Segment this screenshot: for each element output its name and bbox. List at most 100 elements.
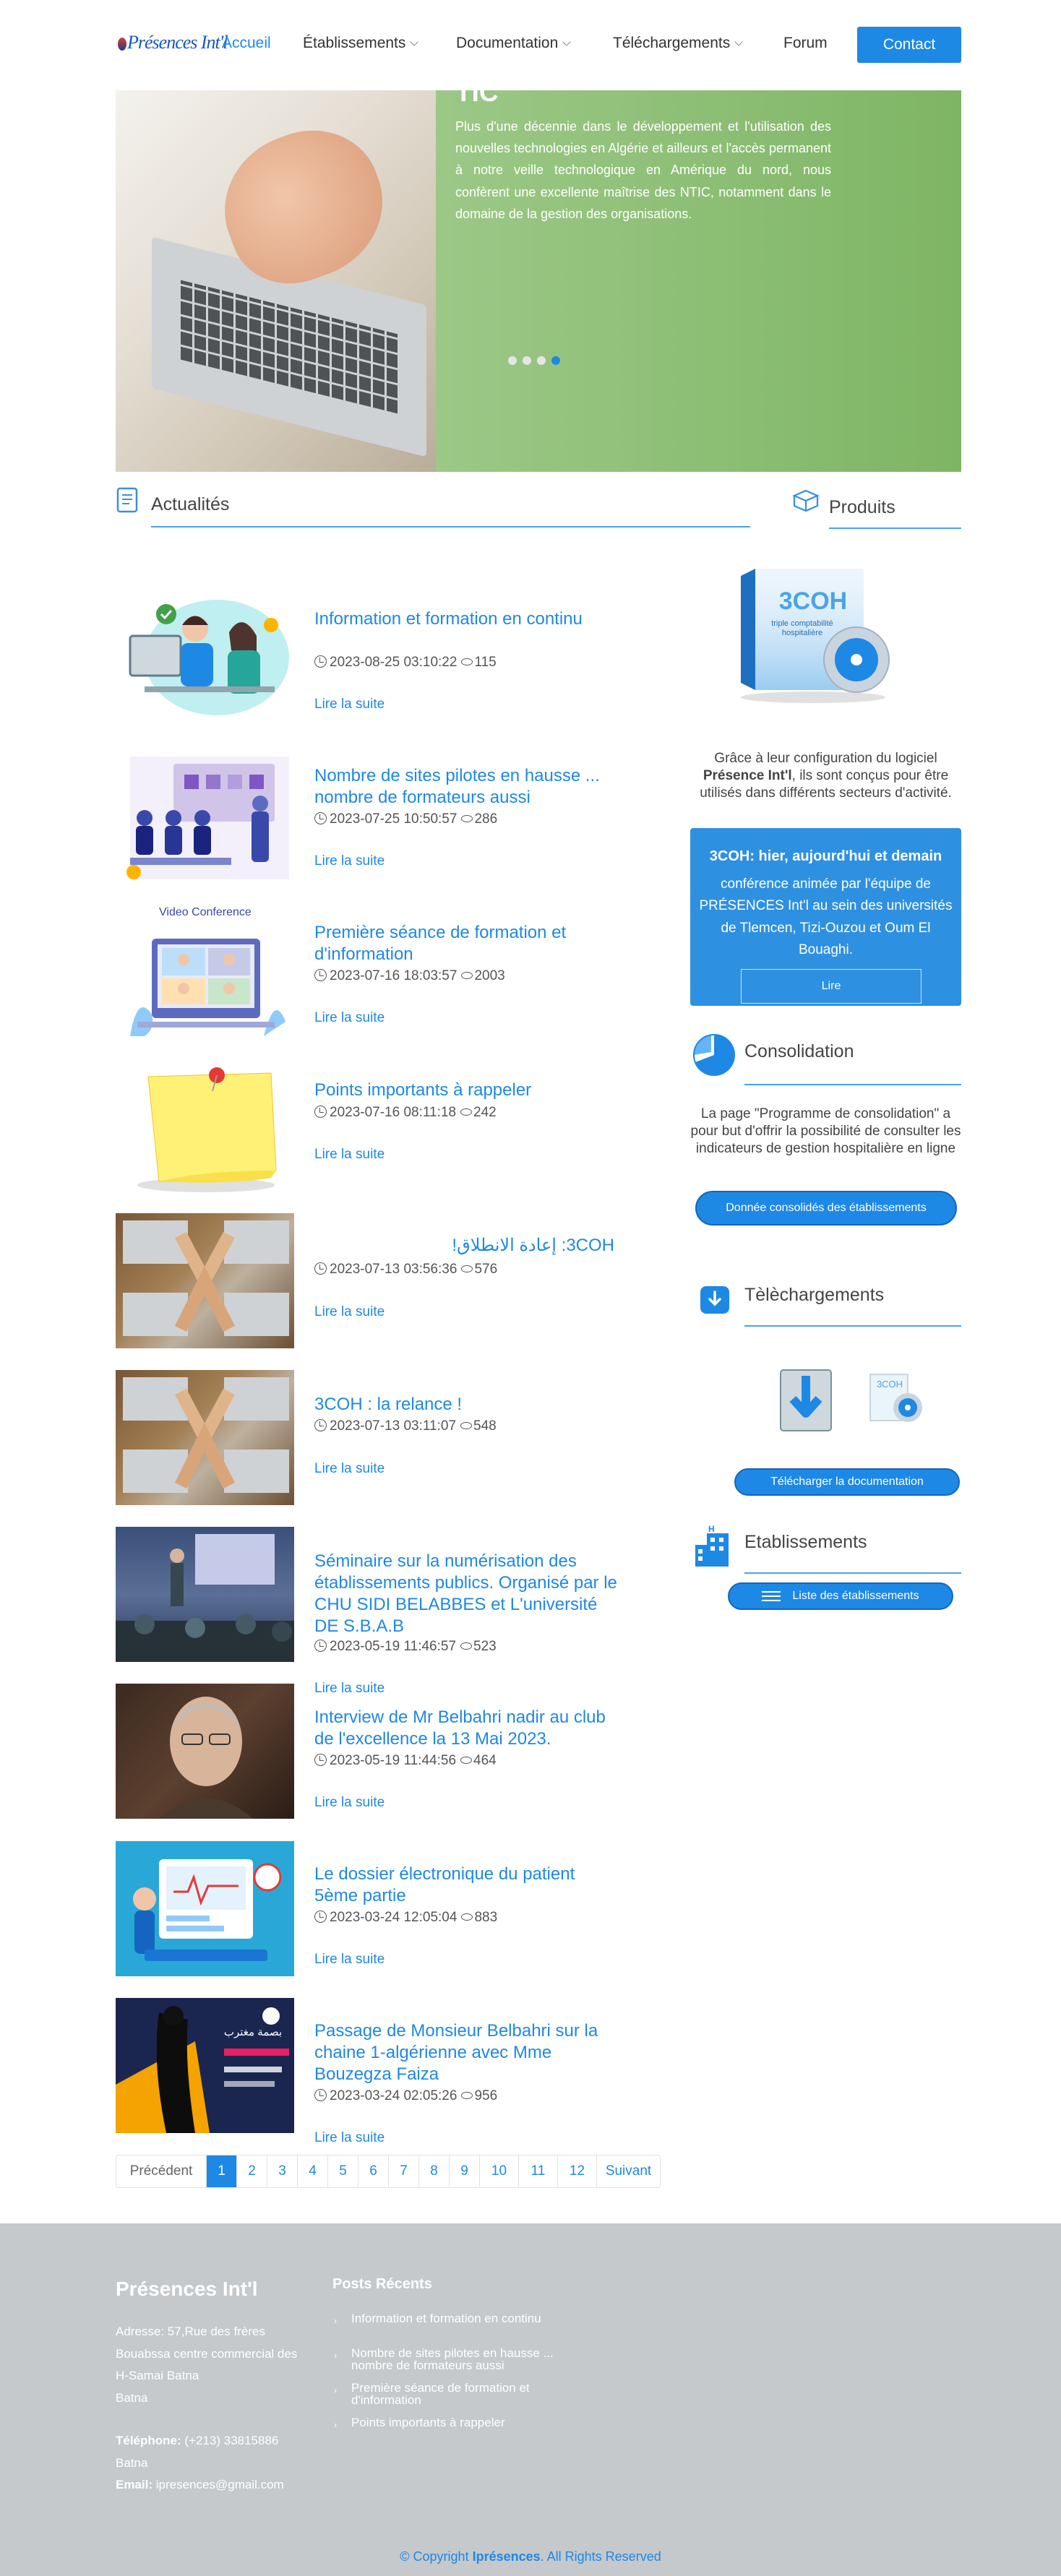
news-title[interactable]: 3COH: إعادة الانطلاق! (314, 1235, 614, 1257)
news-title[interactable]: Interview de Mr Belbahri nadir au club d… (314, 1707, 618, 1750)
news-title[interactable]: Information et formation en continu (314, 608, 618, 630)
news-thumbnail[interactable] (116, 1527, 294, 1662)
carousel-dot[interactable] (523, 356, 531, 365)
product-box-3coh[interactable]: 3COH triple comptabilité hospitalière (730, 567, 903, 705)
news-section-title: Actualités (151, 494, 230, 514)
news-title[interactable]: Le dossier électronique du patient 5ème … (314, 1864, 618, 1907)
news-title[interactable]: Nombre de sites pilotes en hausse ... no… (314, 765, 618, 809)
news-thumbnail[interactable] (116, 593, 294, 728)
footer-phone[interactable]: (+213) 33815886 (184, 2434, 278, 2447)
read-more-link[interactable]: Lire la suite (314, 1795, 385, 1811)
footer-address-line: Adresse: 57,Rue des frères (116, 2325, 265, 2338)
footer-post-link[interactable]: › Première séance de formation et d'infor… (334, 2382, 575, 2406)
news-image-training (129, 600, 289, 715)
news-meta: 2023-07-16 18:03:57 2003 (314, 968, 505, 984)
nav-etablissements[interactable]: Établissements (303, 35, 419, 52)
copyright-brand[interactable]: Iprésences (473, 2549, 541, 2564)
read-more-link[interactable]: Lire la suite (314, 1681, 385, 1697)
consolidation-text: La page "Programme de consolidation" a p… (690, 1106, 961, 1156)
contact-button[interactable]: Contact (857, 27, 961, 63)
download-3coh-box[interactable]: 3COH (866, 1373, 925, 1425)
read-more-link[interactable]: Lire la suite (314, 2130, 385, 2146)
pagination-page[interactable]: 10 (480, 2155, 519, 2187)
news-title[interactable]: Points importants à rappeler (314, 1080, 618, 1101)
footer-city: Batna (116, 2455, 148, 2470)
pagination-page[interactable]: 12 (558, 2155, 597, 2187)
footer-post-link[interactable]: › Information et formation en continu (334, 2312, 575, 2325)
download-folder-icon (780, 1369, 832, 1431)
pagination-page[interactable]: 4 (298, 2155, 328, 2187)
pagination-page[interactable]: 9 (450, 2155, 480, 2187)
product-description: Grâce à leur configuration du logiciel P… (690, 750, 961, 801)
news-thumbnail[interactable] (116, 1841, 294, 1976)
news-meta: 2023-07-13 03:11:07 548 (314, 1418, 497, 1434)
news-date: 2023-05-19 11:46:57 (330, 1639, 457, 1654)
download-box-label: 3COH (876, 1379, 903, 1390)
pagination-page[interactable]: 3 (267, 2155, 298, 2187)
news-date: 2023-07-13 03:11:07 (330, 1418, 457, 1434)
footer-post-link[interactable]: › Nombre de sites pilotes en hausse ... n… (334, 2346, 575, 2372)
product-description-text: Grâce à leur configuration du logiciel (714, 751, 937, 766)
carousel-dot[interactable] (508, 356, 517, 365)
news-views: 286 (474, 811, 498, 827)
pagination-page[interactable]: 1 (207, 2155, 237, 2187)
footer-post-label: Nombre de sites pilotes en hausse ... no… (351, 2346, 554, 2372)
nav-accueil[interactable]: Accueil (222, 35, 271, 52)
pagination-page[interactable]: 5 (328, 2155, 358, 2187)
clock-icon (314, 969, 327, 981)
news-title[interactable]: Séminaire sur la numérisation des établi… (314, 1551, 618, 1637)
download-documentation-button[interactable]: Télécharger la documentation (734, 1468, 960, 1496)
promo-text: conférence animée par l'équipe de PRÉSEN… (699, 876, 953, 958)
news-thumbnail[interactable] (116, 1213, 294, 1348)
read-more-link[interactable]: Lire la suite (314, 1461, 385, 1477)
clock-icon (314, 1262, 327, 1275)
read-more-link[interactable]: Lire la suite (314, 853, 385, 869)
thumb-caption: بصمة مغترب (223, 2026, 283, 2038)
read-more-link[interactable]: Lire la suite (314, 697, 385, 712)
carousel-dot-active[interactable] (551, 356, 560, 365)
eye-icon (460, 1642, 473, 1650)
pagination-page[interactable]: 7 (389, 2155, 419, 2187)
news-title[interactable]: Passage de Monsieur Belbahri sur la chai… (314, 2020, 618, 2085)
news-thumbnail[interactable] (116, 749, 294, 884)
news-thumbnail[interactable]: بصمة مغترب (116, 1998, 294, 2133)
news-thumbnail[interactable] (116, 1684, 294, 1819)
divider (744, 1572, 961, 1574)
pagination-page[interactable]: 11 (519, 2155, 558, 2187)
footer-post-link[interactable]: › Points importants à rappeler (334, 2416, 575, 2429)
read-more-link[interactable]: Lire la suite (314, 1952, 385, 1968)
pagination-previous[interactable]: Précédent (116, 2155, 207, 2187)
consolidation-button[interactable]: Donnée consolidés des établissements (695, 1191, 957, 1225)
hospital-icon: H (695, 1524, 729, 1567)
news-title[interactable]: 3COH : la relance ! (314, 1394, 618, 1416)
news-image-hands-laptops (116, 1213, 294, 1348)
read-more-link[interactable]: Lire la suite (314, 1010, 385, 1026)
news-meta: 2023-05-19 11:46:57 523 (314, 1638, 497, 1655)
clock-icon (314, 1911, 327, 1923)
footer-recent-posts-title: Posts Récents (332, 2276, 432, 2292)
news-thumbnail[interactable] (116, 1370, 294, 1505)
news-views: 242 (473, 1105, 497, 1120)
establishments-list-button[interactable]: Liste des établissements (728, 1582, 953, 1610)
carousel-dot[interactable] (537, 356, 546, 365)
pagination-page[interactable]: 6 (358, 2155, 389, 2187)
promo-read-button[interactable]: Lire (741, 969, 922, 1004)
site-logo[interactable]: Présences Int'l (116, 26, 228, 65)
news-thumbnail[interactable]: Video Conference (116, 906, 294, 1041)
hero-image (116, 90, 436, 472)
read-more-link[interactable]: Lire la suite (314, 1147, 385, 1163)
logo-icon (118, 38, 126, 51)
news-date: 2023-03-24 12:05:04 (330, 1910, 458, 1925)
news-thumbnail[interactable] (116, 1062, 294, 1197)
product-box-subtitle: triple comptabilité hospitalière (771, 619, 833, 638)
pagination-next[interactable]: Suivant (597, 2155, 660, 2187)
news-meta: 2023-07-13 03:56:36 576 (314, 1261, 497, 1278)
box-icon (792, 489, 820, 512)
footer-email[interactable]: ipresences@gmail.com (156, 2478, 284, 2491)
eye-icon (460, 1757, 473, 1764)
news-meta: 2023-07-25 10:50:57 286 (314, 811, 497, 827)
pagination-page[interactable]: 8 (419, 2155, 450, 2187)
read-more-link[interactable]: Lire la suite (314, 1304, 385, 1320)
news-title[interactable]: Première séance de formation et d'inform… (314, 922, 618, 965)
pagination-page[interactable]: 2 (237, 2155, 267, 2187)
